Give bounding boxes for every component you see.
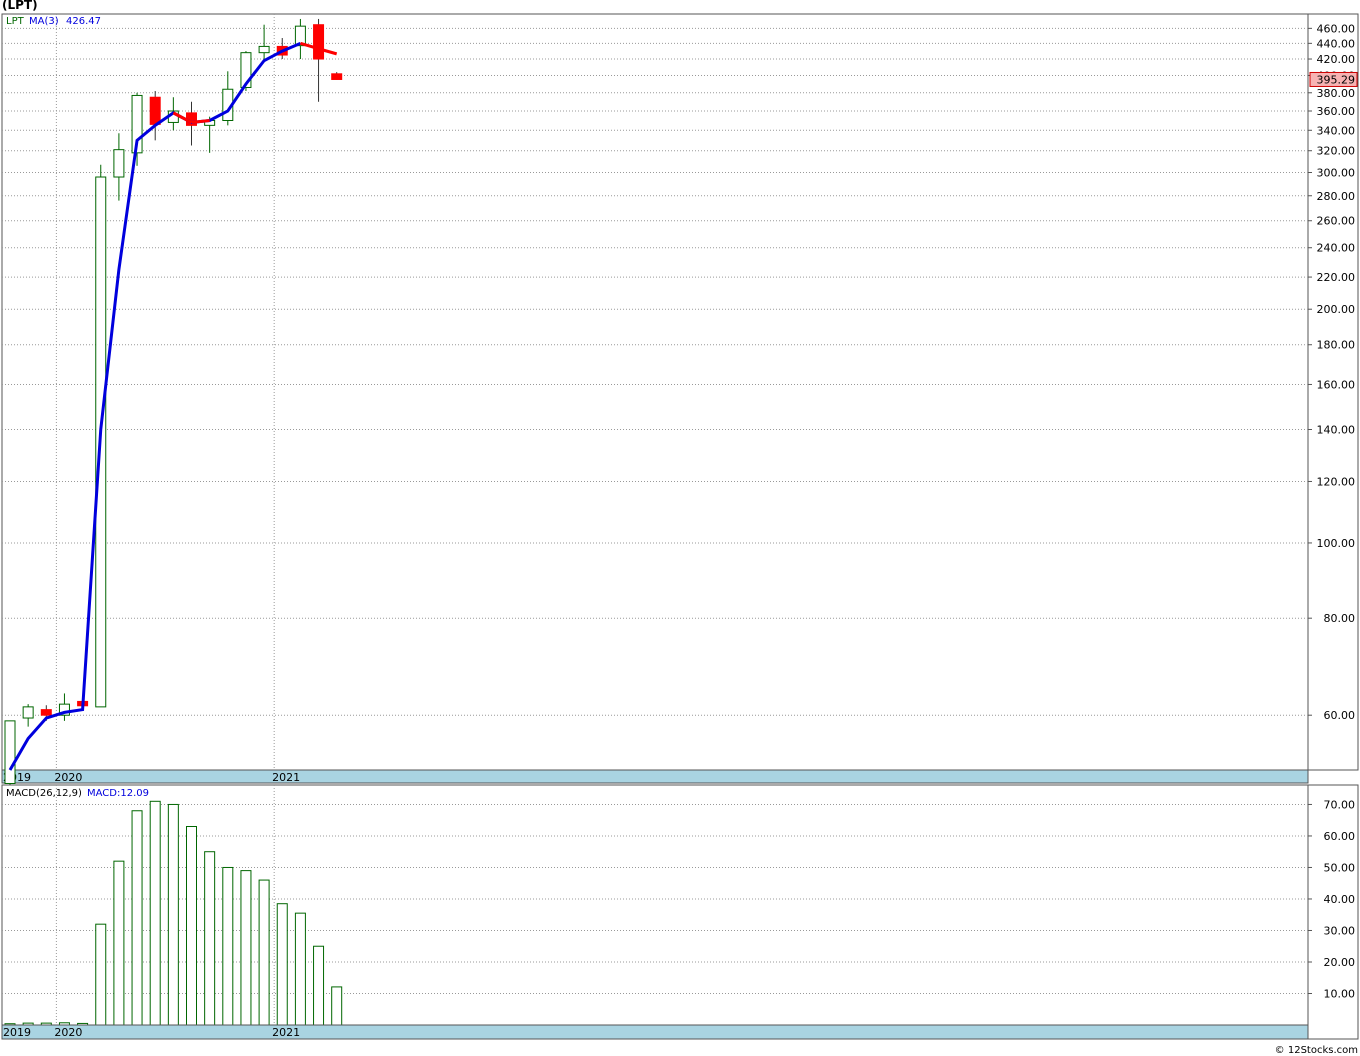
macd-bar	[313, 945, 325, 1026]
price-frame	[1, 13, 1359, 771]
macd-bar	[222, 866, 234, 1026]
price-tick-label: 200.00	[1317, 303, 1356, 316]
price-tick-label: 80.00	[1324, 612, 1356, 625]
price-legend-ma-value: 426.47	[66, 16, 101, 27]
macd-panel: 10.00 20.00 30.00 40.00 50.00 60.00 70.00 2019 2…	[1, 784, 1359, 1040]
macd-x-label: 2021	[272, 1026, 300, 1039]
candle-body	[22, 706, 34, 719]
price-tick-label: 320.00	[1317, 145, 1356, 158]
price-tick-label: 460.00	[1317, 22, 1356, 35]
candle-body	[149, 96, 161, 125]
price-panel: 60.00 80.00 100.00 120.00 140.00 160.00 180.00…	[1, 13, 1359, 791]
price-tick-label: 140.00	[1317, 423, 1356, 436]
candle-body	[113, 149, 125, 178]
macd-x-label: 2020	[54, 1026, 82, 1039]
price-tick-label: 300.00	[1317, 166, 1356, 179]
price-tick-label: 280.00	[1317, 190, 1356, 203]
price-x-axis-band	[1, 769, 1309, 784]
price-tick-label: 380.00	[1317, 87, 1356, 100]
macd-bar	[258, 879, 270, 1026]
macd-tick-label: 40.00	[1324, 893, 1356, 906]
macd-tick-label: 50.00	[1324, 861, 1356, 874]
macd-legend-label: MACD(26,12,9)	[6, 788, 82, 799]
macd-bar	[149, 800, 161, 1026]
macd-bar	[167, 803, 179, 1026]
macd-tick-label: 30.00	[1324, 924, 1356, 937]
macd-bar	[204, 851, 216, 1026]
macd-tick-label: 60.00	[1324, 830, 1356, 843]
ma-line-down-segment	[191, 119, 210, 124]
candle-body	[331, 73, 343, 80]
price-tick-label: 220.00	[1317, 271, 1356, 284]
macd-tick-label: 20.00	[1324, 956, 1356, 969]
chart-canvas: 60.00 80.00 100.00 120.00 140.00 160.00 180.00…	[1, 13, 1359, 1040]
macd-tick-label: 10.00	[1324, 987, 1356, 1000]
candle-body	[258, 45, 270, 54]
macd-bar	[95, 923, 107, 1026]
price-tick-label: 260.00	[1317, 215, 1356, 228]
price-tick-label: 60.00	[1324, 709, 1356, 722]
macd-bar	[131, 810, 143, 1026]
macd-x-label: 2019	[3, 1026, 31, 1039]
price-legend-symbol: LPT	[6, 16, 25, 27]
macd-bar	[331, 986, 343, 1026]
price-tick-label: 340.00	[1317, 124, 1356, 137]
price-tick-label: 100.00	[1317, 537, 1356, 550]
price-tick-label: 440.00	[1317, 37, 1356, 50]
candle-body	[313, 24, 325, 60]
candle	[4, 720, 16, 791]
macd-bar	[294, 912, 306, 1026]
price-x-label: 2021	[272, 771, 300, 784]
price-tick-label: 240.00	[1317, 242, 1356, 255]
candle-body	[4, 720, 16, 784]
macd-x-axis-band	[1, 1024, 1309, 1040]
price-tick-label: 180.00	[1317, 339, 1356, 352]
price-tick-label: 120.00	[1317, 475, 1356, 488]
macd-bar	[186, 826, 197, 1026]
price-tick-label: 160.00	[1317, 378, 1356, 391]
price-legend-ma-label: MA(3)	[29, 16, 59, 27]
macd-legend-value: MACD:12.09	[87, 788, 149, 799]
price-x-label: 2020	[54, 771, 82, 784]
candle-body	[294, 25, 306, 47]
credit-text: © 12Stocks.com	[1274, 1045, 1358, 1056]
candle-body	[40, 709, 52, 716]
macd-bar	[240, 870, 252, 1026]
macd-bar	[113, 860, 125, 1026]
price-tick-label: 420.00	[1317, 53, 1356, 66]
price-tick-label: 360.00	[1317, 105, 1356, 118]
macd-tick-label: 70.00	[1324, 798, 1356, 811]
macd-bar	[276, 903, 288, 1026]
last-price-label: 395.29	[1317, 73, 1356, 86]
